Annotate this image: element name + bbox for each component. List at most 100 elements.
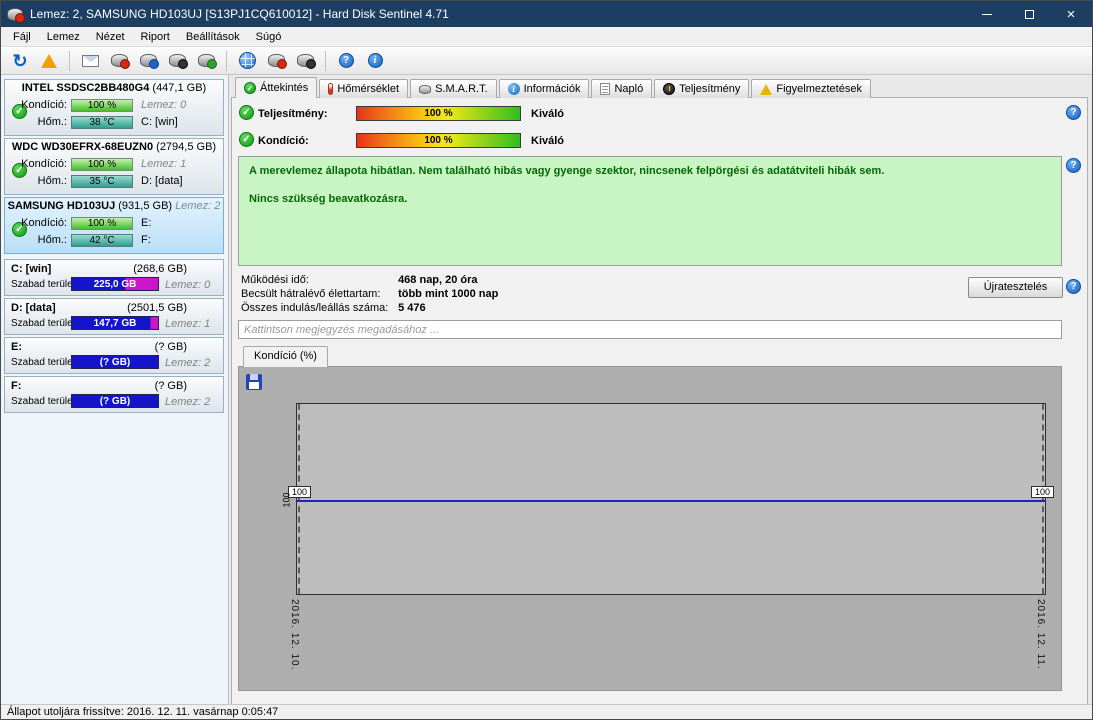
disk-panel-wdc[interactable]: WDC WD30EFRX-68EUZN0 (2794,5 GB) Kondíci… (4, 138, 224, 195)
condition-bar: 100 % (356, 133, 521, 148)
tab-log[interactable]: Napló (591, 79, 653, 98)
tab-label: Napló (614, 83, 644, 95)
toolbar-separator (325, 50, 326, 71)
partition-panel-c[interactable]: C: [win] (268,6 GB) Szabad terület 225,0… (4, 259, 224, 296)
refresh-button[interactable] (7, 49, 33, 73)
drive-letter-label: C: [win] (141, 116, 178, 128)
partition-name: D: [data] (11, 302, 56, 314)
tab-temperature[interactable]: Hőmérséklet (319, 79, 409, 98)
disk-monitor-button[interactable] (292, 49, 318, 73)
menu-report[interactable]: Riport (133, 28, 178, 46)
temperature-label: Hőm.: (37, 234, 67, 246)
app-window: Lemez: 2, SAMSUNG HD103UJ [S13PJ1CQ61001… (0, 0, 1093, 720)
retest-button[interactable]: Újratesztelés (968, 277, 1063, 298)
tab-label: Teljesítmény (679, 83, 741, 95)
disk-capacity: (447,1 GB) (152, 82, 207, 94)
menubar: Fájl Lemez Nézet Riport Beállítások Súgó (1, 27, 1092, 47)
tab-performance[interactable]: Teljesítmény (654, 79, 750, 98)
titlebar[interactable]: Lemez: 2, SAMSUNG HD103UJ [S13PJ1CQ61001… (1, 1, 1092, 27)
disk-remove-icon (168, 54, 188, 69)
disk-number-label: Lemez: 1 (141, 158, 187, 170)
condition-chart: 100 100 100 2016. 12. 10. 2016. 12. 11. (238, 366, 1062, 691)
stat-label: Összes indulás/leállás száma: (241, 302, 389, 314)
toolbar (1, 47, 1092, 75)
disk-name: WDC WD30EFRX-68EUZN0 (11, 141, 154, 153)
disk-name: INTEL SSDSC2BB480G4 (21, 82, 150, 94)
disk-remove-button[interactable] (164, 49, 190, 73)
tab-label: Figyelmeztetések (776, 83, 862, 95)
tab-bar: Áttekintés Hőmérséklet S.M.A.R.T. Inform… (235, 77, 873, 98)
partition-panel-e[interactable]: E: (? GB) Szabad terület (? GB) Lemez: 2 (4, 337, 224, 374)
tab-alerts[interactable]: Figyelmeztetések (751, 79, 871, 98)
temperature-bar: 42 °C (71, 234, 133, 247)
chart-point-label-right: 100 (1030, 486, 1054, 498)
tab-smart[interactable]: S.M.A.R.T. (410, 79, 497, 98)
stat-label: Működési idő: (241, 274, 309, 286)
email-report-button[interactable] (77, 49, 103, 73)
menu-file[interactable]: Fájl (5, 28, 39, 46)
condition-bar: 100 % (71, 99, 133, 112)
condition-rating: Kiváló (531, 135, 565, 147)
disk-name: SAMSUNG HD103UJ (7, 200, 116, 212)
drive-letter-label: E: (141, 217, 152, 229)
health-advice-text: Nincs szükség beavatkozásra. (249, 193, 408, 205)
disk-panel-intel[interactable]: INTEL SSDSC2BB480G4 (447,1 GB) Kondíció:… (4, 79, 224, 136)
partition-capacity: (? GB) (154, 380, 187, 392)
menu-help[interactable]: Súgó (248, 28, 290, 46)
refresh-icon (12, 52, 27, 70)
performance-rating: Kiváló (531, 108, 565, 120)
disk-search-button[interactable] (263, 49, 289, 73)
disk-copy-button[interactable] (135, 49, 161, 73)
disk-capacity: (2794,5 GB) (156, 141, 217, 153)
disk-number-label: Lemez: 2 (165, 357, 211, 369)
disk-monitor-icon (296, 54, 316, 69)
comment-input[interactable] (238, 320, 1062, 339)
disk-surface-test-icon (197, 54, 217, 69)
info-button[interactable] (362, 49, 388, 73)
minimize-icon (982, 13, 992, 15)
temperature-bar: 38 °C (71, 116, 133, 129)
condition-bar: 100 % (71, 158, 133, 171)
tab-overview[interactable]: Áttekintés (235, 77, 318, 98)
minimize-button[interactable] (966, 1, 1008, 27)
tab-label: S.M.A.R.T. (435, 83, 488, 95)
tab-information[interactable]: Információk (498, 79, 590, 98)
partition-capacity: (2501,5 GB) (127, 302, 187, 314)
disk-number-label: Lemez: 0 (165, 279, 211, 291)
disk-tools-button[interactable] (106, 49, 132, 73)
disk-search-icon (267, 54, 287, 69)
online-button[interactable] (234, 49, 260, 73)
disk-panel-samsung-selected[interactable]: SAMSUNG HD103UJ (931,5 GB) Lemez: 2 Kond… (4, 197, 224, 254)
retest-help-icon[interactable] (1066, 279, 1081, 294)
graph-tab-condition[interactable]: Kondíció (%) (243, 346, 328, 367)
condition-bar: 100 % (71, 217, 133, 230)
partition-panel-d[interactable]: D: [data] (2501,5 GB) Szabad terület 147… (4, 298, 224, 335)
disk-number-label: Lemez: 1 (165, 318, 211, 330)
free-space-label: Szabad terület (11, 396, 76, 407)
condition-label: Kondíció: (21, 158, 67, 170)
overview-check-icon (244, 82, 256, 94)
disk-number-label: Lemez: 2 (165, 396, 211, 408)
free-space-label: Szabad terület (11, 279, 76, 290)
disk-surface-test-button[interactable] (193, 49, 219, 73)
free-space-label: Szabad terület (11, 318, 76, 329)
globe-icon (238, 52, 256, 69)
disk-header: SAMSUNG HD103UJ (931,5 GB) Lemez: 2 (5, 200, 223, 212)
help-button[interactable] (333, 49, 359, 73)
status-help-icon[interactable] (1066, 158, 1081, 173)
toolbar-separator (69, 50, 70, 71)
status-text: Állapot utoljára frissítve: 2016. 12. 11… (7, 706, 279, 718)
app-logo-icon (7, 7, 25, 23)
partition-capacity: (? GB) (154, 341, 187, 353)
partition-panel-f[interactable]: F: (? GB) Szabad terület (? GB) Lemez: 2 (4, 376, 224, 413)
menu-settings[interactable]: Beállítások (178, 28, 248, 46)
menu-view[interactable]: Nézet (88, 28, 133, 46)
save-chart-icon[interactable] (246, 374, 262, 390)
alerts-button[interactable] (36, 49, 62, 73)
free-space-bar: (? GB) (71, 394, 159, 408)
maximize-button[interactable] (1008, 1, 1050, 27)
info-icon (367, 53, 383, 68)
menu-disk[interactable]: Lemez (39, 28, 88, 46)
performance-help-icon[interactable] (1066, 105, 1081, 120)
close-button[interactable] (1050, 1, 1092, 27)
